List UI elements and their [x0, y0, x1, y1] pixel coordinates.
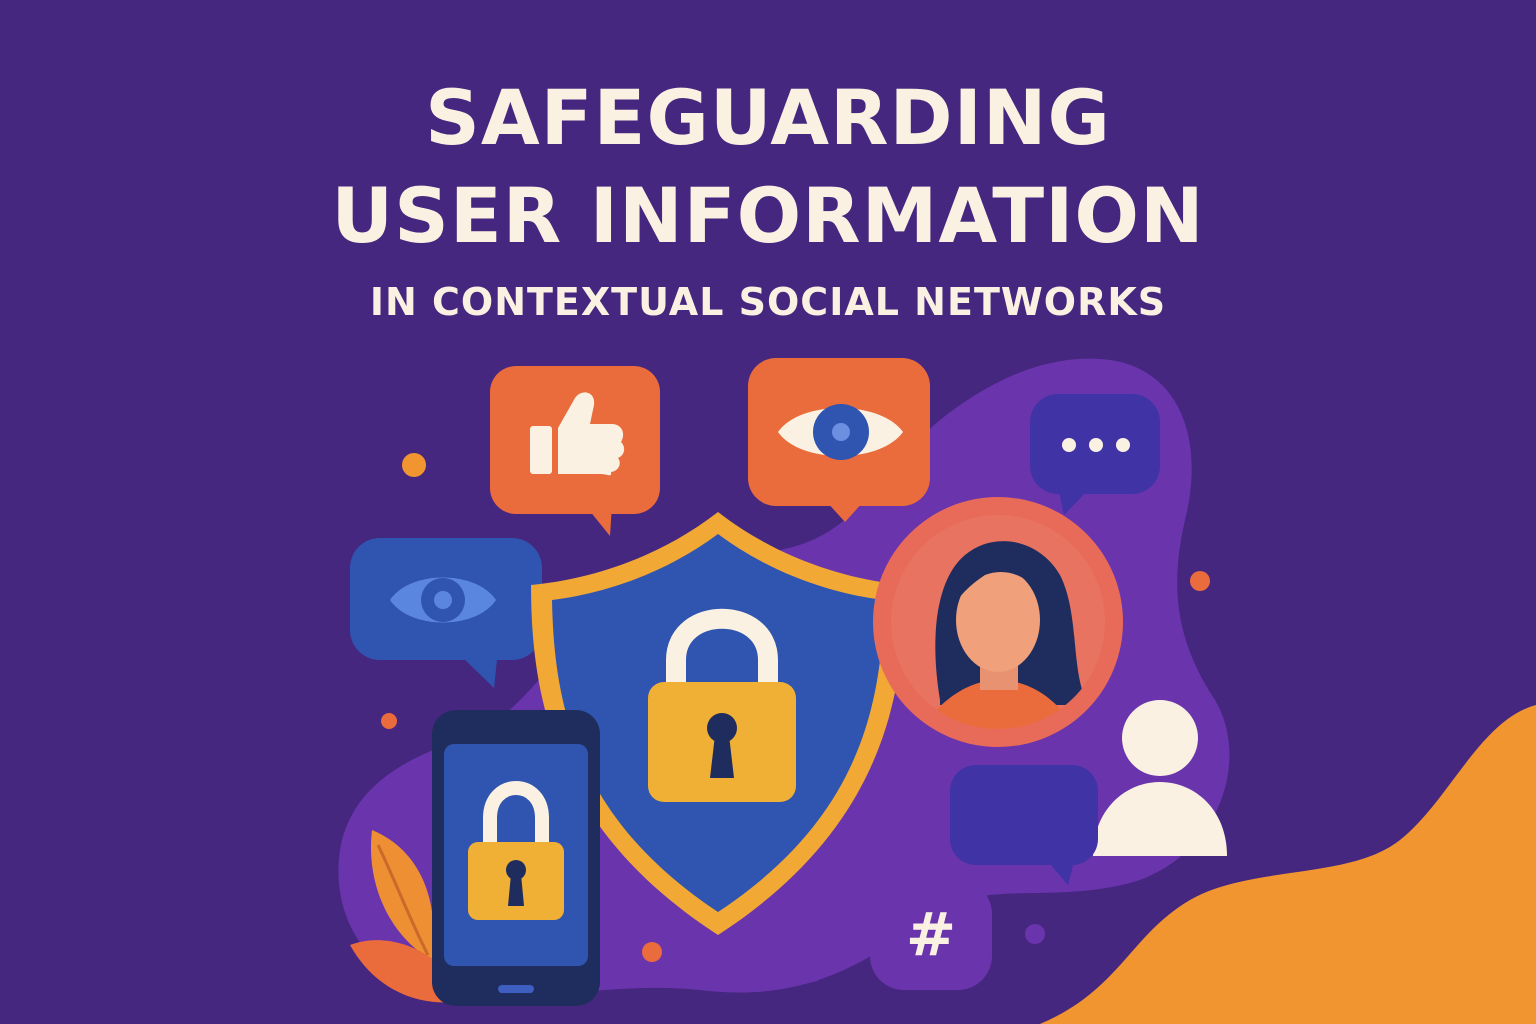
eye-bubble	[748, 358, 930, 522]
thumbs-up-bubble	[490, 366, 660, 536]
smartphone-icon	[432, 710, 600, 1006]
hashtag-symbol: #	[906, 900, 956, 970]
ellipsis-icon	[1062, 438, 1130, 452]
title-line-2: USER INFORMATION	[331, 171, 1205, 260]
subtitle: IN CONTEXTUAL SOCIAL NETWORKS	[369, 280, 1167, 324]
poster: # SAFEGUARDING USER INFORMATION IN CONTE…	[0, 0, 1536, 1024]
hashtag-icon: #	[870, 880, 992, 990]
title-line-1: SAFEGUARDING	[425, 73, 1111, 162]
